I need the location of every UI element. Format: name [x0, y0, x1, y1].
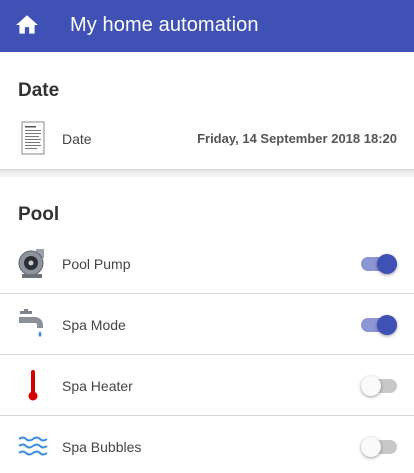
document-icon: [16, 121, 50, 155]
spa-heater-label: Spa Heater: [62, 378, 133, 394]
app-title: My home automation: [70, 14, 259, 36]
top-app-bar: My home automation: [0, 0, 414, 52]
faucet-icon: [16, 307, 50, 341]
waves-icon: [16, 429, 50, 463]
spa-mode-toggle[interactable]: [361, 314, 397, 336]
pool-row-spa-mode: Spa Mode: [0, 294, 414, 355]
spa-bubbles-label: Spa Bubbles: [62, 439, 142, 455]
date-label: Date: [62, 131, 92, 147]
pool-row-pool-pump: Pool Pump: [0, 233, 414, 294]
pool-card-title: Pool: [18, 204, 60, 225]
date-card-title: Date: [18, 80, 60, 101]
pool-pump-toggle[interactable]: [361, 253, 397, 275]
spa-bubbles-toggle[interactable]: [361, 436, 397, 458]
home-icon[interactable]: [14, 12, 40, 38]
pool-row-spa-bubbles: Spa Bubbles: [0, 416, 414, 473]
pool-card: Pool Pool Pump Spa Mode Spa Heater Spa B…: [0, 177, 414, 473]
card-divider: [0, 169, 414, 177]
pool-row-spa-heater: Spa Heater: [0, 355, 414, 416]
date-card: Date Date Friday, 14 September 2018 18:2…: [0, 52, 414, 169]
date-row: Date Friday, 14 September 2018 18:20: [0, 108, 414, 169]
pump-icon: [16, 246, 50, 280]
date-value: Friday, 14 September 2018 18:20: [197, 131, 397, 146]
thermometer-icon: [16, 368, 50, 402]
spa-mode-label: Spa Mode: [62, 317, 126, 333]
pool-pump-label: Pool Pump: [62, 256, 131, 272]
spa-heater-toggle[interactable]: [361, 375, 397, 397]
